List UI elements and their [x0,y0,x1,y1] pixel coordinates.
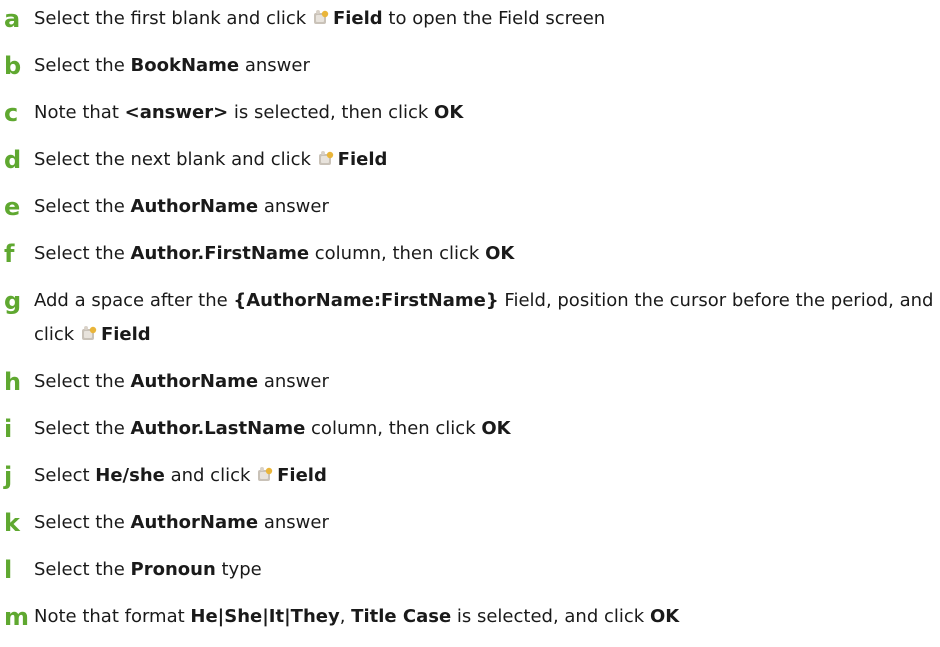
step-b: b Select the BookName answer [4,49,934,83]
step-text: Select the AuthorName answer [34,506,934,540]
bold-term: Author.LastName [130,418,306,439]
step-m: m Note that format He|She|It|They, Title … [4,600,934,634]
step-letter: m [4,603,30,631]
bold-term: Author.FirstName [130,243,310,264]
bold-term: OK [649,606,680,627]
bold-term: Field [277,465,327,486]
field-icon [312,9,330,27]
step-text-run: column, then click [309,243,486,264]
step-a: a Select the first blank and click Field … [4,2,934,36]
field-icon [80,325,98,343]
bold-term: OK [481,418,511,439]
bold-term: AuthorName [130,371,259,392]
step-text: Select the Pronoun type [34,553,934,587]
step-l: l Select the Pronoun type [4,553,934,587]
step-text: Note that format He|She|It|They, Title C… [34,600,934,634]
bold-term: <answer> [124,102,229,123]
step-text: Select the first blank and click Field t… [34,2,934,36]
step-text-run: Note that format [34,606,191,627]
step-text-run: and click [164,465,257,486]
step-k: k Select the AuthorName answer [4,506,934,540]
step-text-run: Select the [34,196,131,217]
step-h: h Select the AuthorName answer [4,365,934,399]
bold-term: OK [434,102,464,123]
step-text-run: Select the next blank and click [34,149,317,170]
step-i: i Select the Author.LastName column, then… [4,412,934,446]
bold-term: Field [100,324,151,345]
step-text-run: answer [239,55,310,76]
step-text: Note that <answer> is selected, then cli… [34,96,934,130]
step-text-run: answer [258,512,329,533]
step-text-run: Select the [34,371,131,392]
bold-term: AuthorName [130,512,259,533]
step-j: j Select He/she and click Field [4,459,934,493]
step-text-run: answer [258,371,329,392]
step-text: Select He/she and click Field [34,459,934,493]
step-text: Select the BookName answer [34,49,934,83]
step-text-run: Add a space after the [34,290,234,311]
step-text: Add a space after the {AuthorName:FirstN… [34,284,934,352]
step-text: Select the Author.FirstName column, then… [34,237,934,271]
step-letter: k [4,509,20,537]
field-icon [256,466,274,484]
step-letter: l [4,556,13,584]
bold-term: He|She|It|They [190,606,340,627]
step-letter: c [4,99,19,127]
bold-term: OK [485,243,515,264]
step-text: Select the Author.LastName column, then … [34,412,934,446]
step-text-run: Select the [34,55,131,76]
step-letter: j [4,462,13,490]
step-text-run: answer [258,196,329,217]
bold-term: BookName [130,55,240,76]
bold-term: Field [337,149,388,170]
step-text-run: is selected, and click [451,606,650,627]
step-text-run: is selected, then click [228,102,435,123]
step-text-run: type [215,559,262,580]
step-e: e Select the AuthorName answer [4,190,934,224]
step-letter: i [4,415,13,443]
step-letter: b [4,52,22,80]
bold-term: AuthorName [130,196,259,217]
step-letter: h [4,368,22,396]
step-text-run: Select the [34,243,131,264]
step-text: Select the next blank and click Field [34,143,934,177]
step-letter: d [4,146,22,174]
bold-term: Title Case [351,606,452,627]
step-g: g Add a space after the {AuthorName:First… [4,284,934,352]
step-f: f Select the Author.FirstName column, the… [4,237,934,271]
step-text-run: , [339,606,352,627]
step-text-run: Select the [34,559,131,580]
bold-term: He/she [95,465,165,486]
step-text-run: column, then click [305,418,482,439]
step-text-run: Note that [34,102,125,123]
field-icon [317,150,335,168]
bold-term: Field [332,8,383,29]
bold-term: Pronoun [130,559,216,580]
step-text-run: to open the Field screen [382,8,606,29]
step-text-run: Select the first blank and click [34,8,312,29]
step-letter: a [4,5,21,33]
steps-list: a Select the first blank and click Field … [4,2,934,647]
step-d: d Select the next blank and click Field [4,143,934,177]
step-c: c Note that <answer> is selected, then cl… [4,96,934,130]
step-text-run: Select [34,465,96,486]
step-text-run: Select the [34,512,131,533]
step-letter: f [4,240,15,268]
step-text: Select the AuthorName answer [34,190,934,224]
step-letter: e [4,193,21,221]
step-text: Select the AuthorName answer [34,365,934,399]
bold-term: {AuthorName:FirstName} [233,290,499,311]
step-letter: g [4,287,22,315]
step-text-run: Select the [34,418,131,439]
